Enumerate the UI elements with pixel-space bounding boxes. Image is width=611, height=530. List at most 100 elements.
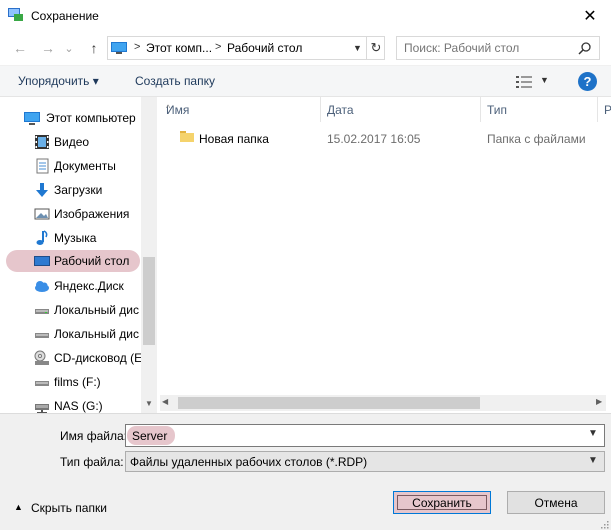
drive-icon xyxy=(35,333,49,338)
sidebar-item-video[interactable]: Видео xyxy=(0,131,141,153)
sidebar-item-label: Этот компьютер xyxy=(46,111,136,125)
sidebar-item-cd-drive[interactable]: CD-дисковод (E xyxy=(0,347,143,369)
music-icon xyxy=(36,230,48,245)
navigation-pane-scrollbar[interactable]: ▼ xyxy=(141,97,157,413)
chevron-down-icon: ▼ xyxy=(588,455,598,466)
hide-folders-label: Скрыть папки xyxy=(31,501,107,515)
sidebar-item-yandex-disk[interactable]: Яндекс.Диск xyxy=(0,275,141,297)
sidebar-item-pictures[interactable]: Изображения xyxy=(0,203,141,225)
computer-icon xyxy=(111,42,127,54)
close-button[interactable]: ✕ xyxy=(570,0,610,31)
breadcrumb-this-pc[interactable]: Этот комп... xyxy=(146,41,212,55)
downloads-icon xyxy=(36,183,48,197)
sidebar-item-nas[interactable]: NAS (G:) xyxy=(0,395,141,413)
title-bar: Сохранение ✕ xyxy=(0,0,611,31)
back-button[interactable]: ← xyxy=(10,39,30,57)
sidebar-item-label: Загрузки xyxy=(54,183,103,197)
refresh-button[interactable]: ↻ xyxy=(366,37,385,59)
back-arrow-icon: ← xyxy=(13,40,27,56)
sidebar-item-label: Видео xyxy=(54,135,90,149)
breadcrumb-desktop[interactable]: Рабочий стол xyxy=(227,41,302,55)
save-button[interactable]: Сохранить xyxy=(393,491,491,514)
cd-drive-icon xyxy=(34,350,49,365)
sidebar-item-label: Изображения xyxy=(54,207,130,221)
sidebar-item-this-pc[interactable]: Этот компьютер xyxy=(0,107,141,129)
view-options-icon[interactable] xyxy=(516,75,532,89)
window-title: Сохранение xyxy=(31,9,99,23)
scrollbar-thumb[interactable] xyxy=(143,257,155,345)
table-row[interactable]: Новая папка 15.02.2017 16:05 Папка с фай… xyxy=(160,127,600,149)
file-name: Новая папка xyxy=(199,132,269,146)
file-type: Папка с файлами xyxy=(487,132,586,146)
column-header-date[interactable]: Дата xyxy=(321,97,481,122)
drive-icon xyxy=(35,381,49,386)
video-icon xyxy=(35,135,49,149)
sidebar-item-label: Яндекс.Диск xyxy=(54,279,124,293)
sidebar-item-label: CD-дисковод (E xyxy=(54,351,143,365)
filetype-select[interactable]: Файлы удаленных рабочих столов (*.RDP) ▼ xyxy=(125,451,605,472)
cancel-button[interactable]: Отмена xyxy=(507,491,605,514)
sidebar-item-label: Локальный дис xyxy=(54,303,139,317)
scrollbar-thumb[interactable] xyxy=(178,397,480,409)
up-button[interactable]: ↑ xyxy=(84,39,104,57)
file-list-horizontal-scrollbar[interactable]: ◀ ▶ xyxy=(160,395,606,411)
column-header-name[interactable]: Имя ^ xyxy=(160,97,321,122)
desktop-icon xyxy=(34,256,50,266)
save-button-label: Сохранить xyxy=(412,495,472,510)
view-options-dropdown-icon[interactable]: ▼ xyxy=(540,75,549,85)
sidebar-item-films[interactable]: films (F:) xyxy=(0,371,141,393)
breadcrumb-separator: > xyxy=(134,41,141,53)
sort-ascending-icon: ^ xyxy=(166,103,171,113)
scroll-left-arrow-icon[interactable]: ◀ xyxy=(162,397,168,406)
refresh-icon: ↻ xyxy=(370,40,382,55)
filetype-selected-value: Файлы удаленных рабочих столов (*.RDP) xyxy=(130,455,368,469)
navigation-bar: ← → ⌄ ↑ > Этот комп... > Рабочий стол ▼ … xyxy=(0,31,611,65)
chevron-down-icon: ▼ xyxy=(353,43,362,53)
drive-icon xyxy=(35,309,49,314)
filename-field[interactable]: ▼ xyxy=(125,424,605,447)
sidebar-item-music[interactable]: Музыка xyxy=(0,227,141,249)
file-date: 15.02.2017 16:05 xyxy=(327,132,421,146)
recent-locations-button[interactable]: ⌄ xyxy=(62,39,76,57)
sidebar-item-local-disk-d[interactable]: Локальный дис xyxy=(0,323,141,345)
sidebar-item-label: Документы xyxy=(54,159,116,173)
scroll-down-arrow-icon[interactable]: ▼ xyxy=(141,395,157,411)
sidebar-item-label: Локальный дис xyxy=(54,327,139,341)
sidebar-item-label: NAS (G:) xyxy=(54,399,103,413)
filename-input[interactable] xyxy=(132,426,572,445)
chevron-down-icon: ⌄ xyxy=(64,42,74,55)
sidebar-item-local-disk-c[interactable]: Локальный дис xyxy=(0,299,141,321)
file-list: Имя ^ Дата Тип Р Новая папка 15.02.2017 … xyxy=(160,97,611,413)
close-icon: ✕ xyxy=(583,7,597,25)
address-bar[interactable]: > Этот комп... > Рабочий стол ▼ ↻ xyxy=(107,36,385,60)
sidebar-item-label: films (F:) xyxy=(54,375,101,389)
pictures-icon xyxy=(34,208,50,220)
network-drive-icon xyxy=(35,404,49,413)
help-icon[interactable]: ? xyxy=(578,72,597,91)
search-icon xyxy=(578,42,591,55)
scroll-right-arrow-icon[interactable]: ▶ xyxy=(596,397,602,406)
column-header-type[interactable]: Тип xyxy=(481,97,598,122)
address-dropdown-button[interactable]: ▼ xyxy=(349,37,365,59)
sidebar-item-downloads[interactable]: Загрузки xyxy=(0,179,141,201)
sidebar-item-desktop[interactable]: Рабочий стол xyxy=(6,250,140,272)
search-box[interactable] xyxy=(396,36,600,60)
app-icon xyxy=(8,8,23,21)
search-input[interactable] xyxy=(398,38,573,58)
navigation-pane: Этот компьютер Видео Документы Загрузки … xyxy=(0,97,157,413)
cloud-icon xyxy=(35,281,49,292)
new-folder-button[interactable]: Создать папку xyxy=(135,74,215,88)
sidebar-item-documents[interactable]: Документы xyxy=(0,155,141,177)
organize-button[interactable]: Упорядочить ▾ xyxy=(18,74,99,88)
resize-grip-icon[interactable] xyxy=(600,520,609,529)
command-toolbar: Упорядочить ▾ Создать папку ▼ ? xyxy=(0,65,611,97)
cancel-button-label: Отмена xyxy=(534,495,578,510)
forward-button[interactable]: → xyxy=(38,39,58,57)
chevron-down-icon[interactable]: ▼ xyxy=(588,428,598,439)
up-arrow-icon: ↑ xyxy=(90,40,98,56)
forward-arrow-icon: → xyxy=(41,40,55,56)
column-header-size[interactable]: Р xyxy=(598,97,611,122)
filename-label: Имя файла: xyxy=(60,429,127,443)
save-options-panel: Имя файла: ▼ Тип файла: Файлы удаленных … xyxy=(0,413,611,530)
caret-up-icon: ▲ xyxy=(14,502,23,512)
